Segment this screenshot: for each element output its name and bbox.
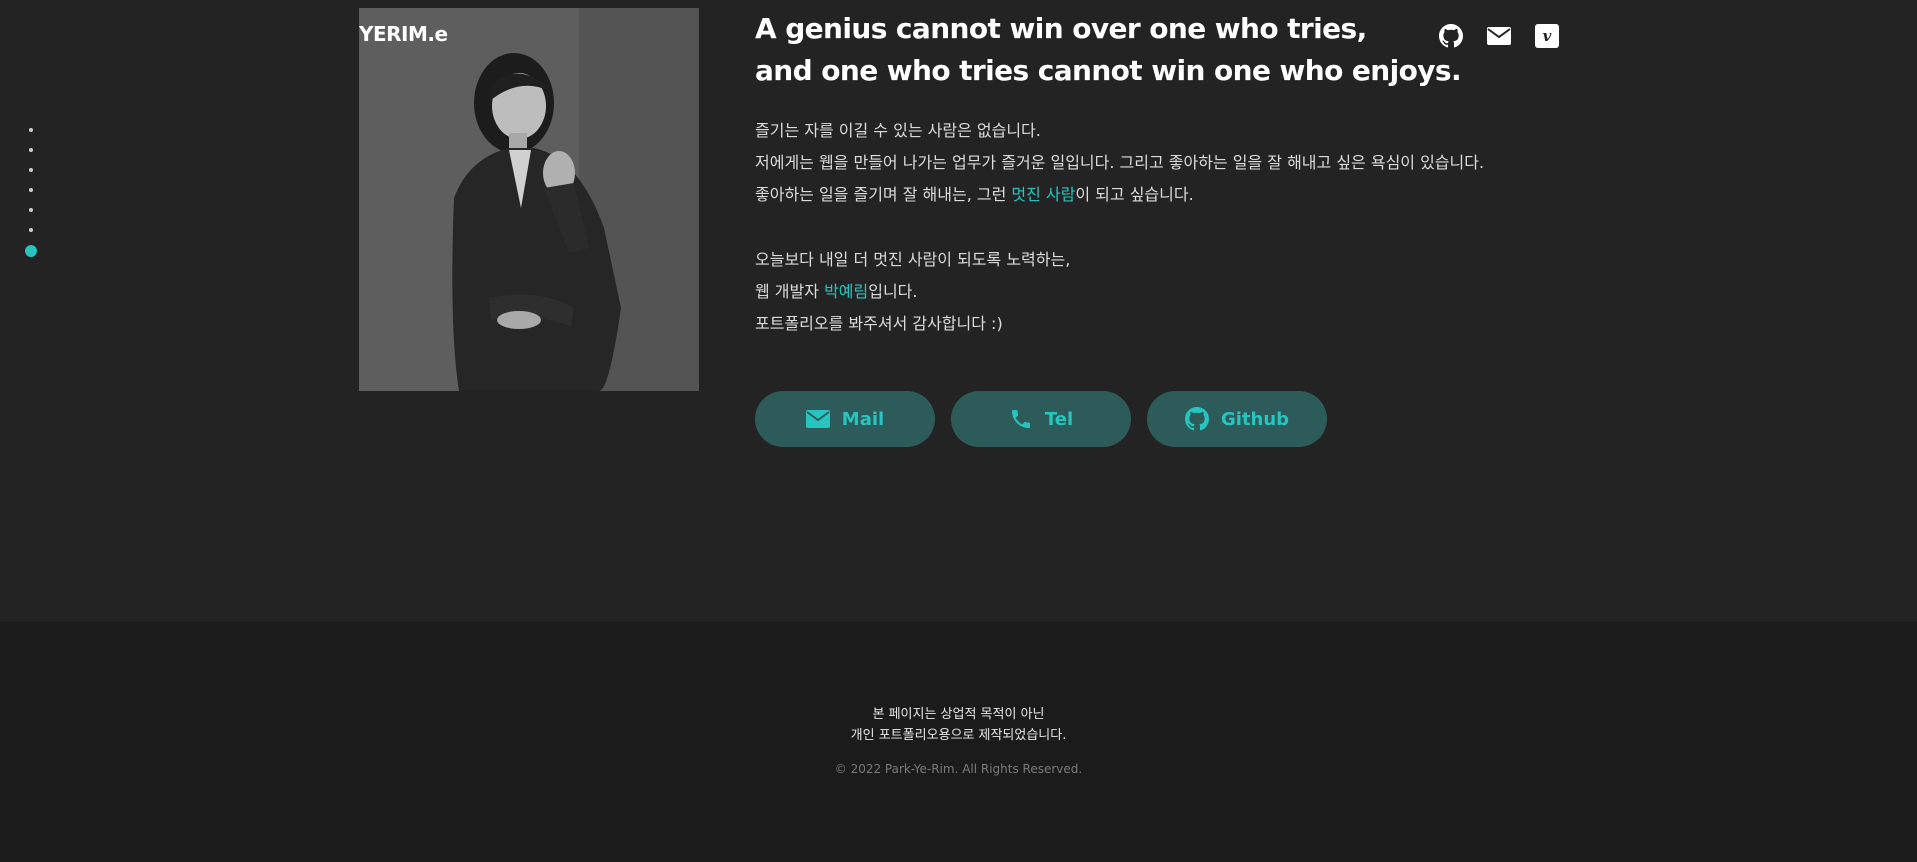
highlight-awesome-person: 멋진 사람 <box>1011 185 1076 204</box>
footer-notice-line-2: 개인 포트폴리오용으로 제작되었습니다. <box>850 728 1067 743</box>
nav-dot-1[interactable] <box>29 128 33 132</box>
outro-line-1: 오늘보다 내일 더 멋진 사람이 되도록 노력하는, <box>755 250 1071 269</box>
vimeo-icon[interactable]: v <box>1535 24 1559 48</box>
intro-line-1: 즐기는 자를 이길 수 있는 사람은 없습니다. <box>755 121 1041 140</box>
github-button[interactable]: Github <box>1147 391 1327 447</box>
footer: 본 페이지는 상업적 목적이 아닌 개인 포트폴리오용으로 제작되었습니다. ©… <box>0 622 1917 862</box>
outro-line-2-suffix: 입니다. <box>868 282 918 301</box>
phone-icon <box>1011 410 1030 428</box>
headline: A genius cannot win over one who tries, … <box>755 8 1462 92</box>
nav-dot-2[interactable] <box>29 148 33 152</box>
intro-line-3: 좋아하는 일을 즐기며 잘 해내는, 그런 멋진 사람이 되고 싶습니다. <box>755 179 1555 211</box>
footer-notice-line-1: 본 페이지는 상업적 목적이 아닌 <box>872 707 1045 722</box>
footer-notice: 본 페이지는 상업적 목적이 아닌 개인 포트폴리오용으로 제작되었습니다. <box>0 704 1917 746</box>
headline-line-1: A genius cannot win over one who tries, <box>755 12 1367 45</box>
github-button-label: Github <box>1220 408 1290 430</box>
nav-dot-5[interactable] <box>29 208 33 212</box>
copyright: © 2022 Park-Ye-Rim. All Rights Reserved. <box>834 762 1083 776</box>
tel-button-label: Tel <box>1044 408 1074 430</box>
outro-line-2: 웹 개발자 박예림입니다. <box>755 276 1355 308</box>
intro-line-2: 저에게는 웹을 만들어 나가는 업무가 즐거운 일입니다. 그리고 좋아하는 일… <box>755 153 1485 172</box>
nav-dot-3[interactable] <box>29 168 33 172</box>
nav-dot-7-active[interactable] <box>25 245 37 257</box>
highlight-name: 박예림 <box>824 282 869 301</box>
headline-line-2: and one who tries cannot win one who enj… <box>755 54 1462 87</box>
outro-text: 오늘보다 내일 더 멋진 사람이 되도록 노력하는, 웹 개발자 박예림입니다.… <box>755 244 1355 340</box>
mail-button[interactable]: Mail <box>755 391 935 447</box>
profile-photo: YERIM.e <box>359 8 699 391</box>
envelope-icon <box>805 410 830 428</box>
nav-dot-6[interactable] <box>29 228 33 232</box>
outro-line-2-prefix: 웹 개발자 <box>755 282 825 301</box>
tel-button[interactable]: Tel <box>951 391 1131 447</box>
portrait-illustration <box>359 8 699 391</box>
intro-line-3-suffix: 이 되고 싶습니다. <box>1075 185 1194 204</box>
nav-dot-4[interactable] <box>29 188 33 192</box>
intro-text: 즐기는 자를 이길 수 있는 사람은 없습니다. 저에게는 웹을 만들어 나가는… <box>755 115 1555 211</box>
brand-logo[interactable]: YERIM.e <box>359 22 448 46</box>
svg-text:v: v <box>1543 27 1552 45</box>
github-icon <box>1184 407 1209 431</box>
mail-button-label: Mail <box>841 408 885 430</box>
github-icon[interactable] <box>1439 24 1463 48</box>
mail-icon[interactable] <box>1487 24 1511 48</box>
outro-line-3: 포트폴리오를 봐주셔서 감사합니다 :) <box>755 314 1003 333</box>
intro-line-3-prefix: 좋아하는 일을 즐기며 잘 해내는, 그런 <box>755 185 1012 204</box>
